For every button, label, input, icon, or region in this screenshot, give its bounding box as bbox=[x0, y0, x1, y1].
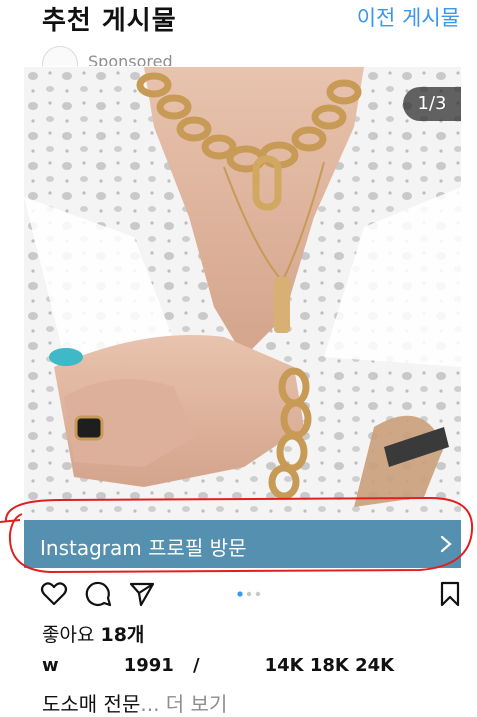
page-title: 추천 게시물 bbox=[42, 6, 177, 36]
sponsored-label: Sponsored bbox=[88, 52, 173, 66]
visit-profile-button[interactable]: Instagram 프로필 방문 bbox=[24, 520, 461, 568]
suggested-posts-header: 추천 게시물 이전 게시물 bbox=[0, 0, 477, 40]
carousel-dots bbox=[237, 591, 261, 597]
comment-icon[interactable] bbox=[84, 580, 112, 608]
caption-text-1: 1991 bbox=[123, 655, 174, 673]
caption-username[interactable]: w bbox=[42, 655, 59, 673]
chevron-right-icon bbox=[440, 535, 452, 553]
paper-plane-icon[interactable] bbox=[128, 580, 156, 608]
likes-count[interactable]: 좋아요 18개 bbox=[42, 620, 144, 647]
caption-text-2: 14K 18K 24K bbox=[264, 655, 395, 673]
bookmark-icon[interactable] bbox=[436, 580, 464, 608]
caption-text-3: 도소매 전문 bbox=[42, 692, 141, 716]
likes-prefix: 좋아요 bbox=[42, 624, 101, 646]
post-image[interactable]: 1/3 bbox=[24, 67, 461, 520]
avatar[interactable] bbox=[42, 46, 78, 66]
visit-profile-label: Instagram 프로필 방문 bbox=[40, 536, 247, 560]
more-button[interactable]: ... 더 보기 bbox=[140, 692, 227, 716]
caption-line: w 1991 / 14K 18K 24K bbox=[42, 655, 462, 673]
post-actions bbox=[24, 578, 464, 612]
previous-posts-link[interactable]: 이전 게시물 bbox=[357, 2, 460, 32]
jewelry-photo bbox=[24, 67, 461, 520]
post-header: Sponsored bbox=[24, 44, 460, 66]
heart-icon[interactable] bbox=[40, 580, 68, 608]
media-counter: 1/3 bbox=[403, 87, 461, 121]
likes-number: 18개 bbox=[100, 624, 145, 646]
